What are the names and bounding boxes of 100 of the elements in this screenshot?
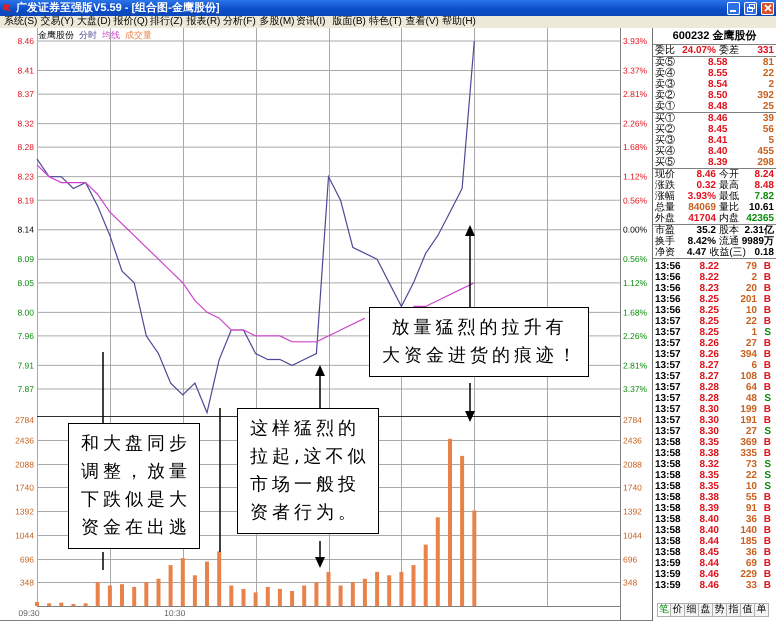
minimize-button[interactable] (727, 2, 740, 14)
panel-tab[interactable]: 指 (727, 603, 741, 617)
field-value: 2.31亿 (744, 225, 774, 236)
callout-text: 这样猛烈的 (250, 417, 361, 441)
trade-price: 8.25 (698, 316, 719, 327)
order-volume: 392 (756, 90, 774, 101)
axis-label: 2.26% (623, 118, 648, 129)
panel-tab[interactable]: 价 (671, 603, 685, 617)
trade-volume: 73 (744, 459, 757, 470)
trade-side: B (762, 261, 771, 272)
panel-tab[interactable]: 单 (755, 603, 769, 617)
order-price: 8.48 (707, 101, 728, 112)
field-value: 42365 (745, 213, 774, 224)
trade-price: 8.26 (698, 338, 719, 349)
axis-label: 8.19 (17, 195, 34, 206)
trade-side: B (762, 558, 771, 569)
axis-label: 3.37% (623, 66, 648, 76)
restore-icon (746, 4, 754, 12)
legend-label: 金鹰股份 (38, 30, 74, 40)
trade-time: 13:58 (655, 437, 682, 448)
panel-tab[interactable]: 盘 (699, 603, 713, 617)
trade-price: 8.46 (698, 580, 719, 591)
panel-tab[interactable]: 值 (741, 603, 755, 617)
field-value: 10.61 (748, 202, 774, 213)
trade-volume: 27 (744, 338, 757, 349)
order-label: 卖② (655, 90, 676, 101)
arrow (465, 383, 475, 422)
menu-item[interactable]: 排行(Z) (148, 16, 184, 28)
trade-volume: 10 (744, 481, 757, 492)
trade-time: 13:57 (655, 338, 682, 349)
field-value: 331 (756, 45, 774, 56)
panel-tab[interactable]: 势 (713, 603, 727, 617)
legend-label: 成交量 (125, 30, 152, 40)
order-volume: 298 (756, 157, 774, 168)
axis-label: 1392 (15, 506, 34, 516)
menu-item[interactable]: 特色(T) (367, 16, 404, 28)
axis-label: 2436 (15, 436, 34, 446)
trade-volume: 27 (744, 426, 757, 437)
field-label: 涨跌 (655, 180, 676, 191)
menu-item[interactable]: 系统(S) (2, 16, 38, 28)
field-label: 总量 (655, 202, 676, 213)
callout-text: 放量猛烈的拉升有 (390, 316, 569, 340)
trade-volume: 369 (739, 437, 757, 448)
axis-label: 7.87 (17, 384, 34, 394)
panel-tab[interactable]: 细 (685, 603, 699, 617)
trade-volume: 191 (739, 415, 757, 426)
trade-time: 13:58 (655, 459, 682, 470)
menu-item[interactable]: 报表(R) (184, 16, 221, 28)
trade-side: B (762, 360, 771, 371)
trade-price: 8.40 (698, 514, 719, 525)
menu-item[interactable]: 报价(Q) (112, 16, 148, 28)
trade-volume: 185 (739, 536, 757, 547)
axis-label: 8.23 (17, 172, 34, 182)
trade-price: 8.35 (698, 470, 719, 481)
trade-price: 8.40 (698, 525, 719, 536)
axis-label: 1044 (623, 530, 642, 540)
menu-item[interactable]: 大盘(D) (75, 16, 112, 28)
trade-price: 8.44 (698, 536, 719, 547)
trade-price: 8.28 (698, 393, 719, 404)
arrow (315, 541, 325, 568)
window-title: 广发证券至强版V5.59 - [组合图-金鹰股份] (16, 0, 221, 16)
axis-label: 8.05 (17, 278, 34, 288)
trade-volume: 6 (750, 360, 757, 371)
axis-label: 2.81% (623, 89, 648, 100)
trade-volume: 20 (744, 283, 757, 294)
order-label: 买① (655, 113, 676, 124)
restore-button[interactable] (744, 2, 757, 14)
menu-item[interactable]: 多股(M) (258, 16, 294, 28)
field-label: 委比 (655, 45, 676, 56)
trade-time: 13:56 (655, 272, 682, 283)
order-volume: 22 (762, 68, 774, 79)
menu-item[interactable]: 交易(Y) (38, 16, 75, 28)
trade-volume: 22 (744, 470, 757, 481)
trade-time: 13:56 (655, 294, 682, 305)
menu-item[interactable]: 资讯(I) (294, 16, 330, 28)
trade-price: 8.35 (698, 437, 719, 448)
trade-side: B (762, 404, 771, 415)
menu-item[interactable]: 版面(B) (330, 16, 367, 28)
panel-tab[interactable]: 笔 (657, 603, 671, 617)
field-value: 41704 (687, 213, 716, 224)
menu-item[interactable]: 分析(F) (221, 16, 258, 28)
callout-text: 大资金进货的痕迹！ (382, 344, 580, 368)
axis-label: 1392 (623, 506, 642, 516)
time-label: 09:30 (18, 608, 40, 618)
axis-label: 1044 (15, 530, 34, 540)
trade-price: 8.39 (698, 503, 719, 514)
trade-side: B (762, 294, 771, 305)
axis-label: 2436 (623, 436, 642, 446)
trade-side: S (763, 426, 771, 437)
menu-item[interactable]: 帮助(H) (440, 16, 476, 28)
field-value: 8.46 (696, 169, 716, 180)
callout-text: 资金在出逃 (81, 516, 191, 540)
trade-time: 13:57 (655, 382, 682, 393)
trade-price: 8.30 (698, 415, 719, 426)
close-button[interactable] (761, 2, 774, 14)
menu-item[interactable]: 查看(V) (404, 16, 440, 28)
trade-side: B (762, 525, 771, 536)
trade-side: S (763, 459, 771, 470)
order-label: 卖⑤ (655, 57, 676, 68)
axis-label: 8.41 (17, 66, 34, 76)
